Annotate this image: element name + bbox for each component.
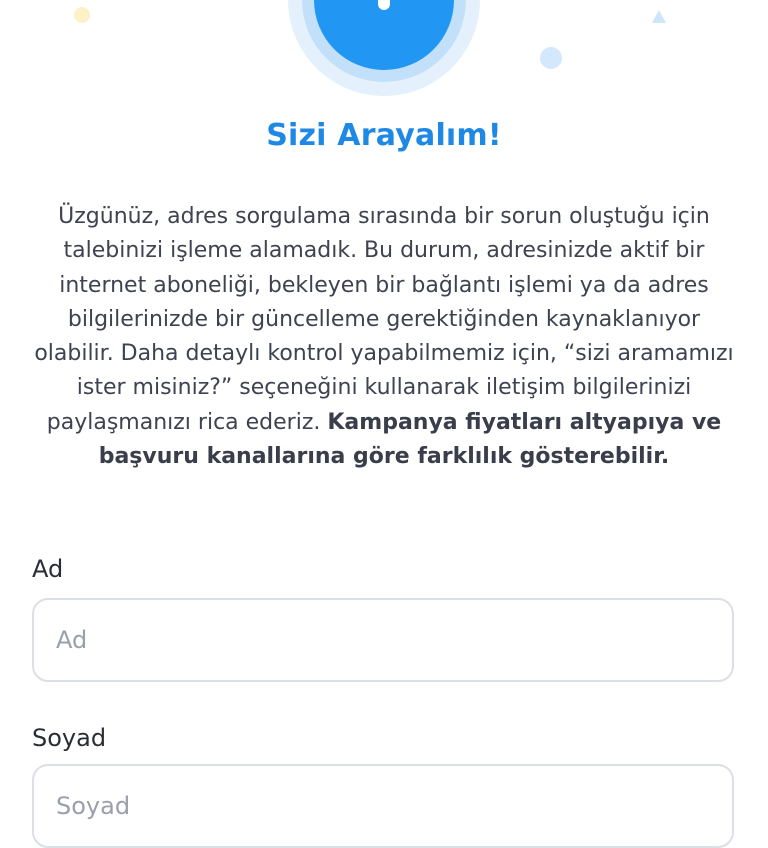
confetti-dot-blue xyxy=(540,47,562,69)
confetti-triangle xyxy=(652,10,666,23)
page-title: Sizi Arayalım! xyxy=(266,118,502,153)
info-message: Üzgünüz, adres sorgulama sırasında bir s… xyxy=(28,200,740,474)
confetti-dot-yellow xyxy=(74,7,90,23)
first-name-label: Ad xyxy=(32,555,64,583)
header-illustration xyxy=(0,0,768,100)
info-illustration-icon xyxy=(74,0,666,96)
last-name-label: Soyad xyxy=(32,724,107,752)
info-message-text: Üzgünüz, adres sorgulama sırasında bir s… xyxy=(34,204,734,435)
first-name-input[interactable] xyxy=(32,598,734,682)
last-name-input[interactable] xyxy=(32,764,734,848)
